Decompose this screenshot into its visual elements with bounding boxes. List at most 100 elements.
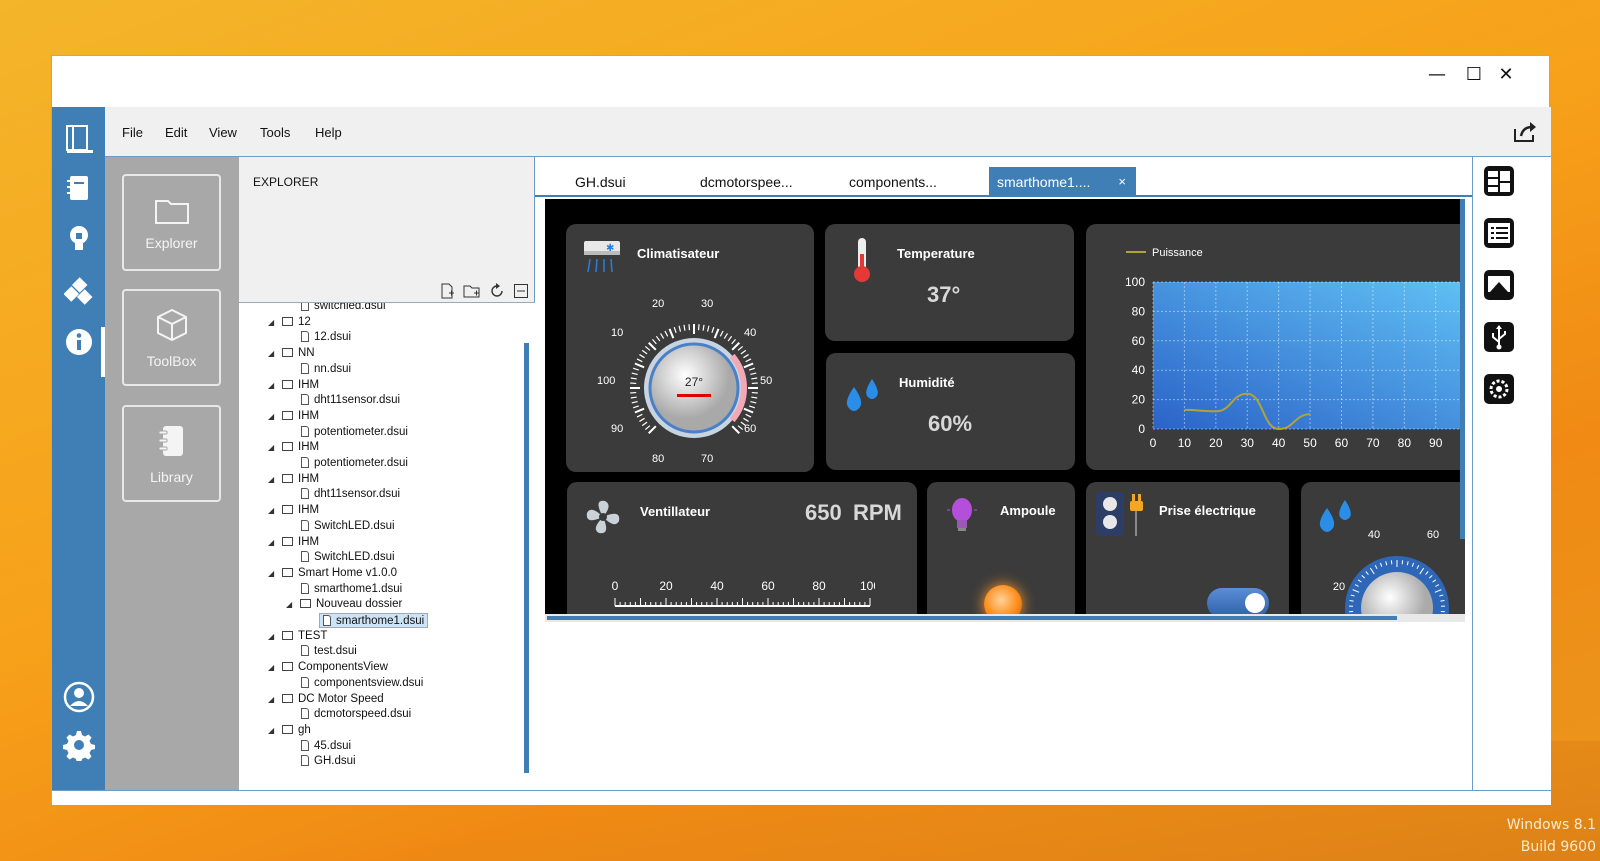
expand-arrow-icon[interactable]: ◢ (268, 378, 274, 393)
canvas-horizontal-scrollbar[interactable] (545, 614, 1465, 622)
tree-folder[interactable]: ◢ Smart Home v1.0.0 (268, 566, 397, 581)
explorer-label: Explorer (145, 234, 198, 251)
expand-arrow-icon[interactable]: ◢ (268, 723, 274, 738)
maximize-button[interactable]: ☐ (1463, 64, 1485, 86)
tree-file[interactable]: smarthome1.dsui (319, 613, 429, 628)
tree-file[interactable]: SwitchLED.dsui (301, 550, 395, 565)
tab-dcmotorspeed[interactable]: dcmotorspee... (670, 167, 815, 197)
image-icon[interactable] (1481, 267, 1517, 303)
tree-scrollbar[interactable] (524, 343, 529, 773)
expand-arrow-icon[interactable]: ◢ (268, 566, 274, 581)
bulb-toggle[interactable] (984, 585, 1022, 614)
expand-arrow-icon[interactable]: ◢ (268, 692, 274, 707)
toolbox-button[interactable]: ToolBox (122, 289, 221, 386)
new-folder-icon[interactable] (463, 283, 481, 299)
layout-grid-icon[interactable] (1481, 163, 1517, 199)
menu-view[interactable]: View (209, 125, 237, 140)
file-icon (301, 394, 309, 406)
tree-file[interactable]: 45.dsui (301, 739, 351, 754)
tree-folder[interactable]: ◢ IHM (268, 409, 319, 424)
tree-file[interactable]: SwitchLED.dsui (301, 519, 395, 534)
refresh-icon[interactable] (489, 283, 505, 299)
tree-file[interactable]: componentsview.dsui (301, 676, 423, 691)
water-dial[interactable]: 4060208 (1331, 530, 1465, 614)
tree-file[interactable]: dht11sensor.dsui (301, 393, 400, 408)
tree-folder[interactable]: ◢ IHM (268, 472, 319, 487)
plug-toggle-switch[interactable] (1207, 588, 1269, 614)
tree-file[interactable]: 12.dsui (301, 330, 351, 345)
expand-arrow-icon[interactable]: ◢ (268, 535, 274, 550)
components-icon[interactable] (52, 272, 105, 312)
expand-arrow-icon[interactable]: ◢ (286, 597, 292, 612)
tree-file[interactable]: test.dsui (301, 644, 357, 659)
tree-folder[interactable]: ◢ Nouveau dossier (286, 597, 402, 612)
expand-arrow-icon[interactable]: ◢ (268, 346, 274, 361)
tree-file[interactable]: GH.dsui (301, 754, 356, 769)
expand-arrow-icon[interactable]: ◢ (268, 315, 274, 330)
explorer-button[interactable]: Explorer (122, 174, 221, 271)
tree-folder[interactable]: ◢ NN (268, 346, 315, 361)
tree-folder[interactable]: ◢ gh (268, 723, 311, 738)
clim-dial[interactable]: 20 30 10 40 100 50 90 60 80 70 27° (594, 292, 794, 472)
chart-ytick: 20 (1132, 393, 1146, 407)
tree-file[interactable]: smarthome1.dsui (301, 582, 402, 597)
menu-tools[interactable]: Tools (260, 125, 290, 140)
status-bar (52, 790, 1551, 805)
expand-arrow-icon[interactable]: ◢ (268, 629, 274, 644)
list-view-icon[interactable] (1481, 215, 1517, 251)
tree-folder[interactable]: ◢ IHM (268, 503, 319, 518)
usb-icon[interactable] (1481, 319, 1517, 355)
settings-gear-icon[interactable] (52, 725, 105, 765)
tree-folder[interactable]: ◢ IHM (268, 535, 319, 550)
power-outlet-icon (1096, 492, 1143, 536)
expand-arrow-icon[interactable]: ◢ (268, 660, 274, 675)
export-share-icon[interactable] (1513, 121, 1537, 148)
new-file-icon[interactable] (439, 283, 455, 299)
tree-folder[interactable]: ◢ IHM (268, 440, 319, 455)
tree-file[interactable]: potentiometer.dsui (301, 456, 408, 471)
tree-folder[interactable]: ◢ 12 (268, 315, 311, 330)
tab-close-icon[interactable]: × (1118, 167, 1126, 197)
tree-file[interactable]: switchled.dsui (301, 303, 386, 314)
humidity-value: 60% (928, 411, 973, 436)
dial-tick (655, 335, 661, 342)
settings-icon[interactable] (1481, 371, 1517, 407)
tree-folder[interactable]: ◢ DC Motor Speed (268, 692, 384, 707)
library-button[interactable]: Library (122, 405, 221, 502)
fan-speed-slider[interactable]: 0 20 40 60 80 100 (605, 578, 875, 614)
tab-gh[interactable]: GH.dsui (545, 167, 690, 197)
tab-smarthome1[interactable]: smarthome1.... × (989, 167, 1136, 197)
tree-node-label: nn.dsui (314, 362, 352, 375)
water-dial-tick-label: 60 (1427, 530, 1439, 541)
tree-file[interactable]: potentiometer.dsui (301, 425, 408, 440)
library-label: Library (150, 468, 193, 485)
tree-file[interactable]: dht11sensor.dsui (301, 487, 400, 502)
user-icon[interactable] (52, 677, 105, 717)
expand-arrow-icon[interactable]: ◢ (268, 472, 274, 487)
canvas-vertical-scrollbar[interactable] (1460, 199, 1465, 539)
file-icon (301, 457, 309, 468)
dial-tick-label: 20 (652, 298, 664, 310)
info-icon[interactable] (52, 322, 105, 362)
menu-edit[interactable]: Edit (165, 125, 187, 140)
chart-ytick: 60 (1132, 334, 1146, 348)
menu-file[interactable]: File (122, 125, 143, 140)
menu-help[interactable]: Help (315, 125, 342, 140)
lightbulb-icon[interactable] (52, 219, 105, 259)
expand-arrow-icon[interactable]: ◢ (268, 409, 274, 424)
collapse-all-icon[interactable] (513, 283, 529, 299)
tree-folder[interactable]: ◢ TEST (268, 629, 327, 644)
dial-tick (713, 328, 720, 339)
minimize-button[interactable]: — (1426, 64, 1448, 86)
tab-components[interactable]: components... (819, 167, 964, 197)
tree-node-label: GH.dsui (314, 755, 356, 768)
dashboard-icon[interactable] (52, 119, 105, 159)
close-button[interactable]: ✕ (1495, 64, 1517, 86)
tree-file[interactable]: nn.dsui (301, 362, 351, 377)
expand-arrow-icon[interactable]: ◢ (268, 503, 274, 518)
notebook-icon[interactable] (52, 169, 105, 209)
expand-arrow-icon[interactable]: ◢ (268, 440, 274, 455)
tree-file[interactable]: dcmotorspeed.dsui (301, 707, 411, 722)
tree-folder[interactable]: ◢ ComponentsView (268, 660, 388, 675)
tree-folder[interactable]: ◢ IHM (268, 378, 319, 393)
